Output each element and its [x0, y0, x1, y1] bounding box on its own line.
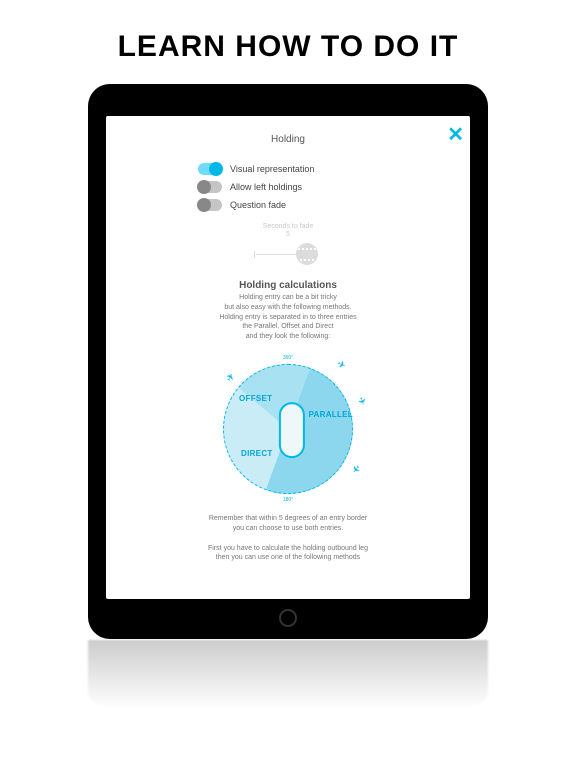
screen-title: Holding [122, 134, 454, 145]
setting-label: Question fade [230, 200, 286, 210]
diagram-label-offset: OFFSET [239, 394, 272, 403]
diagram-degree-north: 360° [283, 355, 293, 361]
setting-allow-left-holdings: Allow left holdings [198, 181, 378, 193]
setting-label: Visual representation [230, 164, 314, 174]
home-button[interactable] [279, 609, 297, 627]
diagram-degree-south: 180° [283, 497, 293, 503]
tablet-reflection [88, 640, 488, 708]
diagram-label-direct: DIRECT [241, 449, 273, 458]
arrow-icon: ✈ [348, 462, 362, 475]
diagram-label-parallel: PARALLEL [309, 410, 353, 419]
close-icon[interactable]: ✕ [447, 122, 464, 147]
toggle-allow-left-holdings[interactable] [198, 181, 222, 193]
arrow-icon: ✈ [354, 396, 367, 408]
toggle-visual-representation[interactable] [198, 163, 222, 175]
toggle-question-fade[interactable] [198, 199, 222, 211]
fade-value: 5 [256, 231, 320, 238]
racetrack-icon [279, 402, 305, 458]
holding-diagram: OFFSET PARALLEL DIRECT 360° 180° ✈ ✈ ✈ ✈ [122, 354, 454, 504]
setting-question-fade: Question fade [198, 199, 378, 211]
fade-caption: Seconds to fade [256, 223, 320, 230]
fade-block: Seconds to fade 5 [256, 223, 320, 266]
note-outbound-leg: First you have to calculate the holding … [208, 544, 368, 564]
note-border-degrees: Remember that within 5 degrees of an ent… [209, 514, 367, 534]
arrow-icon: ✈ [224, 371, 238, 384]
calc-title: Holding calculations [122, 280, 454, 291]
settings-list: Visual representation Allow left holding… [198, 157, 378, 217]
arrow-icon: ✈ [335, 359, 347, 373]
setting-visual-representation: Visual representation [198, 163, 378, 175]
calc-text: Holding entry can be a bit tricky but al… [219, 293, 356, 342]
fade-slider[interactable] [256, 242, 320, 266]
tablet-frame: ✕ Holding Visual representation Allow le… [88, 84, 488, 639]
tablet-screen: ✕ Holding Visual representation Allow le… [106, 116, 470, 599]
grid-icon [296, 243, 318, 265]
page-headline: LEARN HOW TO DO IT [118, 30, 459, 64]
setting-label: Allow left holdings [230, 182, 302, 192]
